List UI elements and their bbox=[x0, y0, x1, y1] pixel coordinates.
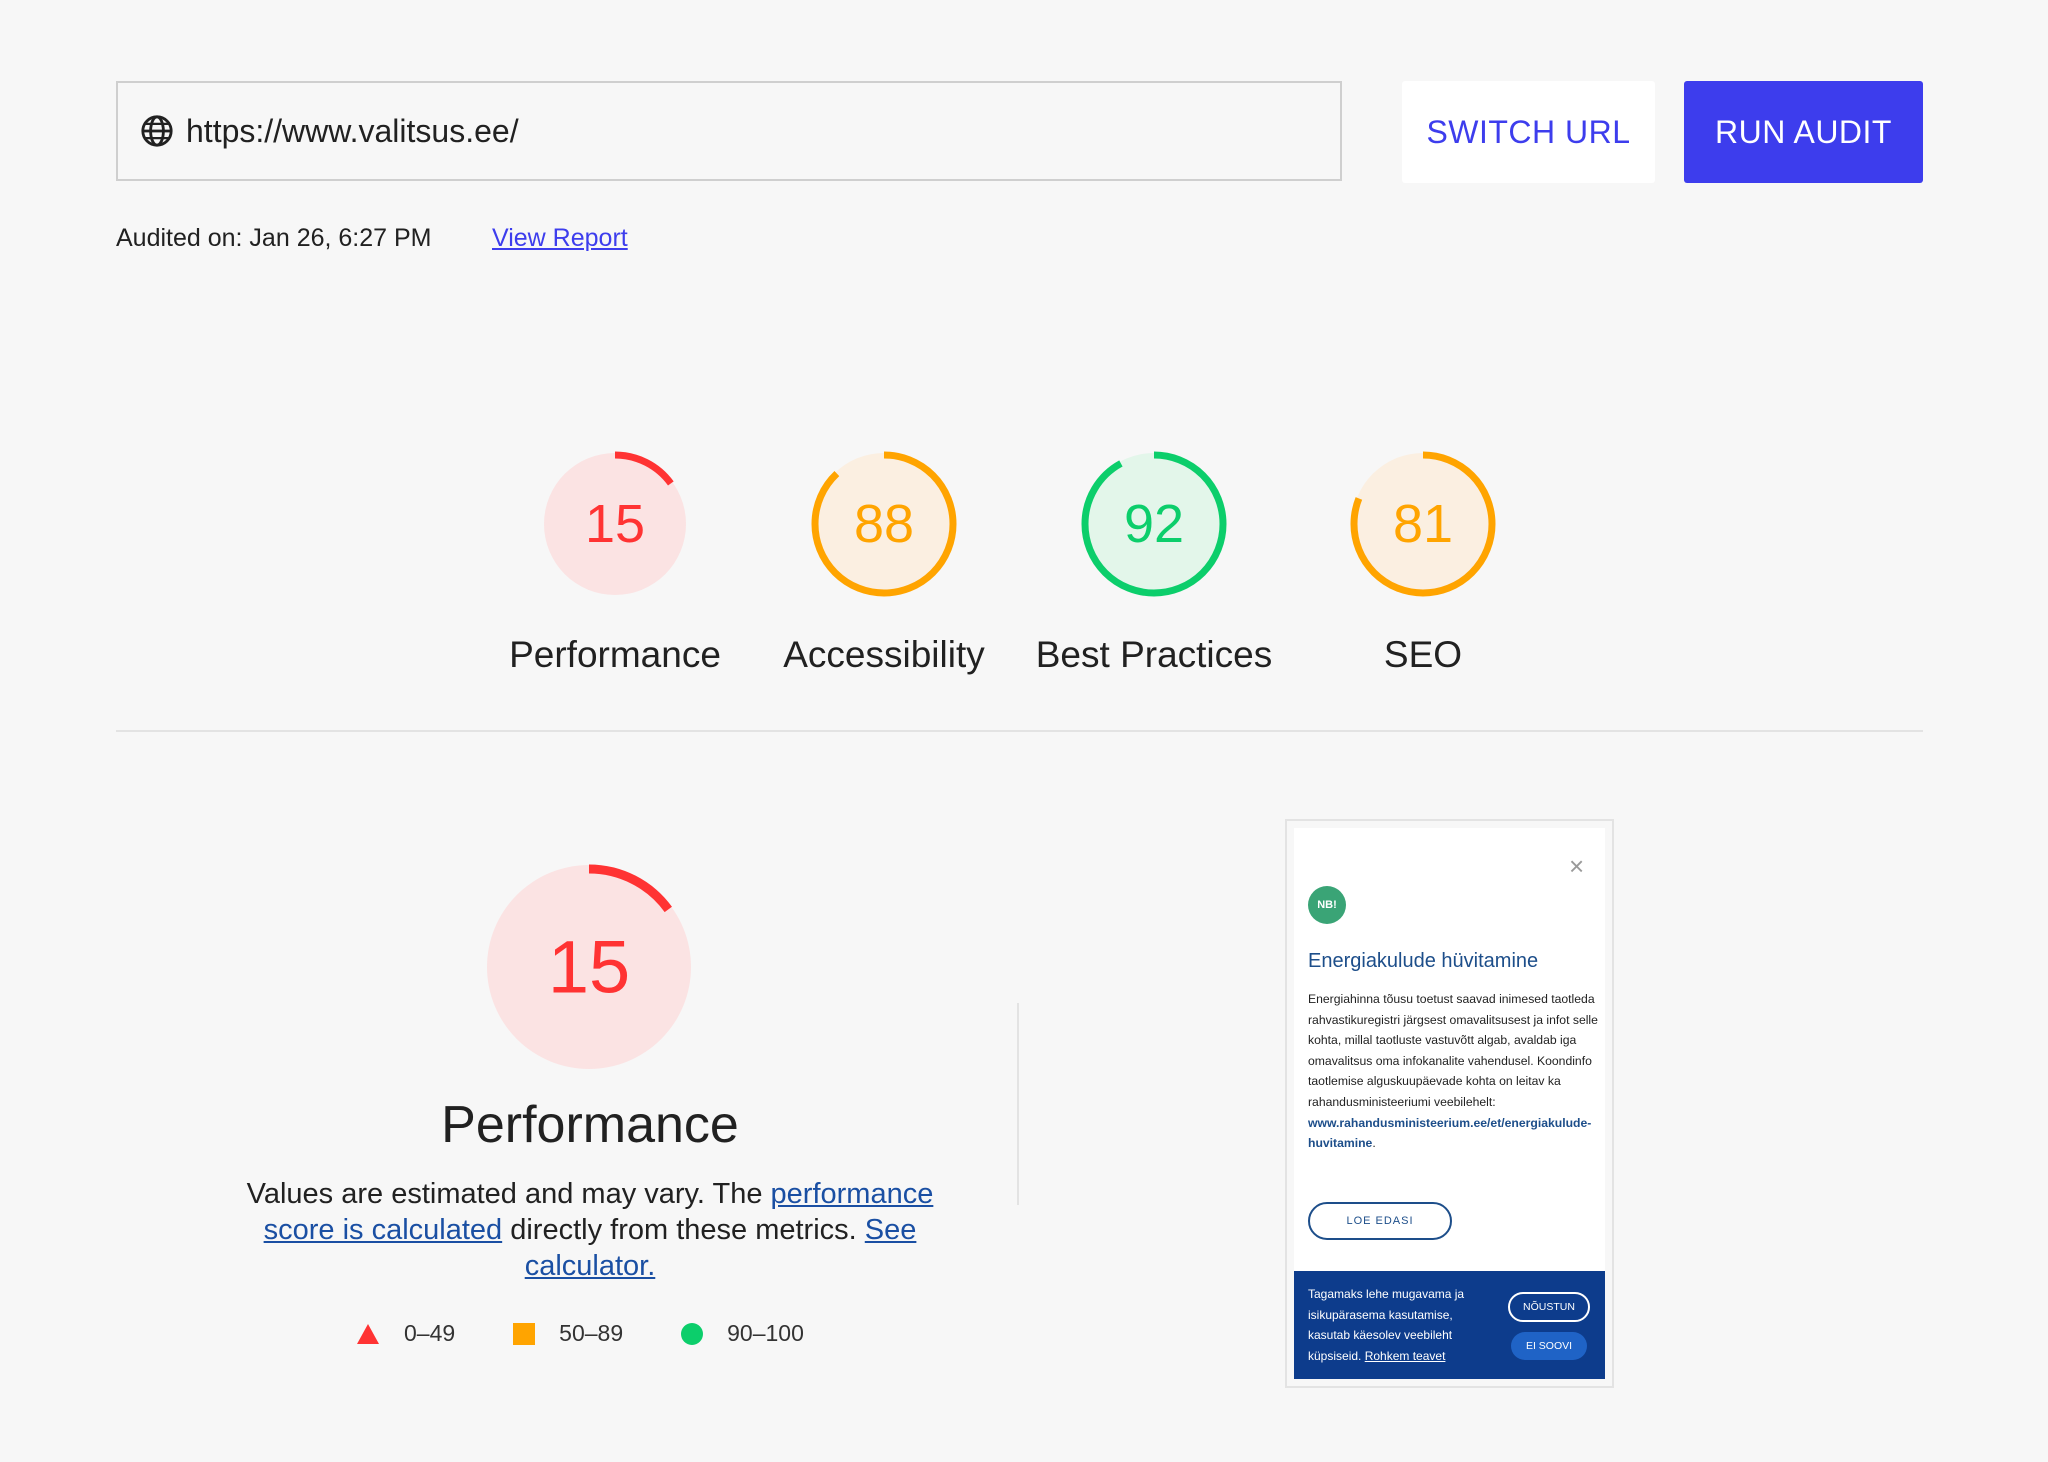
legend-item: 0–49 bbox=[356, 1320, 455, 1347]
url-field[interactable] bbox=[116, 81, 1342, 181]
gauge-label: Performance bbox=[509, 634, 721, 675]
circle-icon bbox=[681, 1322, 704, 1345]
audited-on-text: Audited on: Jan 26, 6:27 PM bbox=[116, 224, 432, 252]
score-legend: 0–49 50–89 90–100 bbox=[356, 1320, 862, 1347]
page-screenshot-thumbnail: × NB! Energiakulude hüvitamine Energiahi… bbox=[1285, 819, 1614, 1388]
body-text: Energiahinna tõusu toetust saavad inimes… bbox=[1308, 992, 1598, 1109]
performance-description: Values are estimated and may vary. The p… bbox=[232, 1176, 948, 1284]
legend-item: 90–100 bbox=[681, 1320, 804, 1347]
gauge-seo[interactable]: 81 SEO bbox=[1291, 449, 1551, 689]
close-icon: × bbox=[1569, 851, 1585, 881]
gauge-label: Accessibility bbox=[783, 634, 985, 675]
gauge-score: 88 bbox=[854, 494, 914, 554]
thumbnail-body: Energiahinna tõusu toetust saavad inimes… bbox=[1308, 989, 1598, 1154]
performance-score: 15 bbox=[548, 926, 630, 1009]
gauge-score: 81 bbox=[1393, 494, 1453, 554]
gauge-performance[interactable]: 15 Performance bbox=[483, 449, 743, 689]
cookie-text: Tagamaks lehe mugavama ja isikupärasema … bbox=[1308, 1284, 1498, 1366]
cookie-more-link: Rohkem teavet bbox=[1364, 1348, 1446, 1363]
read-more-button: LOE EDASI bbox=[1308, 1202, 1452, 1240]
triangle-icon bbox=[357, 1323, 379, 1344]
body-text-end: . bbox=[1372, 1136, 1376, 1151]
score-ring: 81 bbox=[1350, 451, 1496, 597]
thumbnail-content: × NB! Energiakulude hüvitamine Energiahi… bbox=[1294, 828, 1605, 1379]
section-divider bbox=[116, 730, 1923, 732]
vertical-divider bbox=[1017, 1003, 1019, 1205]
score-ring: 88 bbox=[811, 451, 957, 597]
globe-icon bbox=[141, 115, 173, 147]
thumbnail-heading: Energiakulude hüvitamine bbox=[1308, 950, 1539, 972]
gauge-label: SEO bbox=[1383, 634, 1463, 675]
performance-title: Performance bbox=[441, 1096, 739, 1154]
cookie-decline-button: EI SOOVI bbox=[1511, 1332, 1587, 1360]
square-icon bbox=[513, 1322, 536, 1345]
cookie-agree-button: NÕUSTUN bbox=[1508, 1292, 1590, 1322]
legend-range: 50–89 bbox=[559, 1320, 624, 1346]
legend-item: 50–89 bbox=[513, 1320, 623, 1347]
desc-text: Values are estimated and may vary. The bbox=[246, 1178, 771, 1210]
body-link: www.rahandusministeerium.ee/et/energiaku… bbox=[1308, 1115, 1592, 1151]
view-report-link[interactable]: View Report bbox=[492, 224, 628, 253]
legend-range: 90–100 bbox=[727, 1320, 804, 1346]
cookie-banner: Tagamaks lehe mugavama ja isikupärasema … bbox=[1294, 1271, 1605, 1379]
switch-url-button[interactable]: SWITCH URL bbox=[1402, 81, 1655, 183]
score-ring: 92 bbox=[1081, 451, 1227, 597]
gauge-score: 15 bbox=[585, 494, 645, 554]
gauge-accessibility[interactable]: 88 Accessibility bbox=[752, 449, 1012, 689]
gauge-best-practices[interactable]: 92 Best Practices bbox=[1022, 449, 1282, 689]
nb-badge: NB! bbox=[1308, 886, 1346, 924]
gauge-score: 92 bbox=[1124, 494, 1184, 554]
performance-score-gauge: 15 bbox=[486, 864, 692, 1070]
gauge-label: Best Practices bbox=[1035, 634, 1273, 675]
desc-text: directly from these metrics. bbox=[502, 1214, 865, 1246]
score-ring: 15 bbox=[542, 451, 688, 597]
url-input[interactable] bbox=[186, 112, 1286, 150]
run-audit-button[interactable]: RUN AUDIT bbox=[1684, 81, 1923, 183]
legend-range: 0–49 bbox=[404, 1320, 456, 1346]
